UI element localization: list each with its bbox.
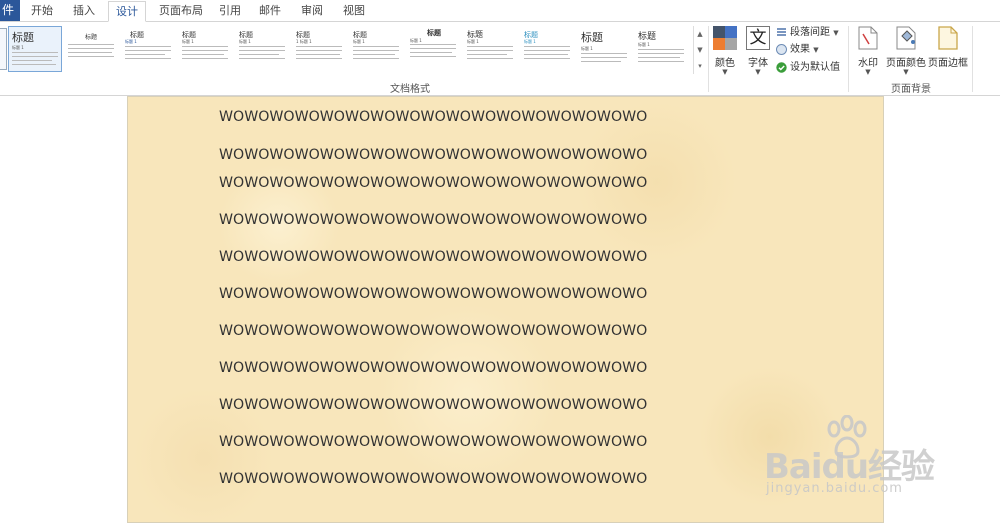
document-line[interactable]: WOWOWOWOWOWOWOWOWOWOWOWOWOWOWOWOWO <box>219 147 647 163</box>
chevron-down-icon: ▼ <box>755 68 761 76</box>
tab-review[interactable]: 审阅 <box>296 0 328 21</box>
tab-file[interactable]: 件 <box>0 0 20 21</box>
style-thumbnail[interactable]: 标题 1 标题 1 <box>293 26 347 72</box>
gallery-more-icon[interactable]: ▾ <box>694 58 706 74</box>
style-thumbnail[interactable]: 标题 标题 1 <box>407 26 461 72</box>
tab-insert[interactable]: 插入 <box>66 0 102 21</box>
document-line[interactable]: WOWOWOWOWOWOWOWOWOWOWOWOWOWOWOWOWO <box>219 471 647 487</box>
chevron-down-icon: ▼ <box>865 68 871 76</box>
watermark-icon <box>858 26 878 50</box>
paragraph-spacing-icon <box>777 27 786 36</box>
document-line[interactable]: WOWOWOWOWOWOWOWOWOWOWOWOWOWOWOWOWO <box>219 109 647 125</box>
set-as-default-button[interactable]: 设为默认值 <box>776 61 840 75</box>
chevron-down-icon: ▼ <box>722 68 728 76</box>
document-line[interactable]: WOWOWOWOWOWOWOWOWOWOWOWOWOWOWOWOWO <box>219 286 647 302</box>
document-page[interactable]: WOWOWOWOWOWOWOWOWOWOWOWOWOWOWOWOWO WOWOW… <box>127 96 884 523</box>
chevron-down-icon: ▼ <box>833 29 839 37</box>
effects-button[interactable]: 效果 ▼ <box>776 43 819 57</box>
document-line[interactable]: WOWOWOWOWOWOWOWOWOWOWOWOWOWOWOWOWO <box>219 360 647 376</box>
tab-page-layout[interactable]: 页面布局 <box>152 0 210 21</box>
group-label-page-background: 页面背景 <box>891 84 931 95</box>
tab-mailings[interactable]: 邮件 <box>254 0 286 21</box>
style-thumbnail[interactable]: 标题 标题 1 <box>350 26 404 72</box>
gallery-scroll-down-icon[interactable]: ▼ <box>694 42 706 58</box>
style-thumbnail[interactable]: 标题 标题 1 <box>521 26 575 72</box>
ribbon-tab-bar: 件 开始 插入 设计 页面布局 引用 邮件 审阅 视图 <box>0 0 1000 22</box>
document-line[interactable]: WOWOWOWOWOWOWOWOWOWOWOWOWOWOWOWOWO <box>219 212 647 228</box>
tab-references[interactable]: 引用 <box>214 0 246 21</box>
ribbon-separator <box>972 26 973 92</box>
paint-bucket-icon <box>896 26 916 50</box>
tab-view[interactable]: 视图 <box>338 0 370 21</box>
ribbon-design: 标题 标题 1 标题 标题 标题 1 标题 标题 1 标题 标题 1 标题 1 … <box>0 22 1000 96</box>
document-canvas: WOWOWOWOWOWOWOWOWOWOWOWOWOWOWOWOWO WOWOW… <box>0 96 1000 523</box>
gallery-scroll-up-icon[interactable]: ▲ <box>694 26 706 42</box>
document-line[interactable]: WOWOWOWOWOWOWOWOWOWOWOWOWOWOWOWOWO <box>219 249 647 265</box>
fonts-icon: 文 <box>746 26 770 50</box>
style-thumbnail[interactable]: 标题 标题 1 <box>122 26 176 72</box>
style-thumbnail[interactable]: 标题 标题 1 <box>179 26 233 72</box>
style-thumbnail[interactable]: 标题 标题 1 <box>578 26 632 72</box>
effects-icon <box>776 43 787 55</box>
style-thumbnail[interactable]: 标题 <box>65 26 119 72</box>
group-label-document-formatting: 文档格式 <box>390 84 430 95</box>
page-border-icon <box>938 26 958 50</box>
style-thumbnail[interactable]: 标题 标题 1 <box>236 26 290 72</box>
paragraph-spacing-button[interactable]: 段落间距 ▼ <box>776 26 839 40</box>
document-line[interactable]: WOWOWOWOWOWOWOWOWOWOWOWOWOWOWOWOWO <box>219 175 647 191</box>
tab-design[interactable]: 设计 <box>108 1 146 22</box>
gallery-scroll: ▲ ▼ ▾ <box>693 26 706 74</box>
document-line[interactable]: WOWOWOWOWOWOWOWOWOWOWOWOWOWOWOWOWO <box>219 323 647 339</box>
tab-home[interactable]: 开始 <box>24 0 60 21</box>
document-line[interactable]: WOWOWOWOWOWOWOWOWOWOWOWOWOWOWOWOWO <box>219 397 647 413</box>
checkmark-icon <box>776 61 787 73</box>
chevron-down-icon: ▼ <box>813 46 819 54</box>
ribbon-separator <box>848 26 849 92</box>
document-formatting-gallery: 标题 标题 1 标题 标题 标题 1 标题 标题 1 标题 标题 1 标题 1 … <box>8 26 692 74</box>
document-line[interactable]: WOWOWOWOWOWOWOWOWOWOWOWOWOWOWOWOWO <box>219 434 647 450</box>
gallery-prev-partial-thumb[interactable] <box>0 28 7 70</box>
chevron-down-icon: ▼ <box>903 68 909 76</box>
style-thumbnail[interactable]: 标题 标题 1 <box>635 26 689 72</box>
style-thumbnail[interactable]: 标题 标题 1 <box>464 26 518 72</box>
color-palette-icon <box>713 26 737 50</box>
ribbon-separator <box>708 26 709 92</box>
style-thumbnail[interactable]: 标题 标题 1 <box>8 26 62 72</box>
